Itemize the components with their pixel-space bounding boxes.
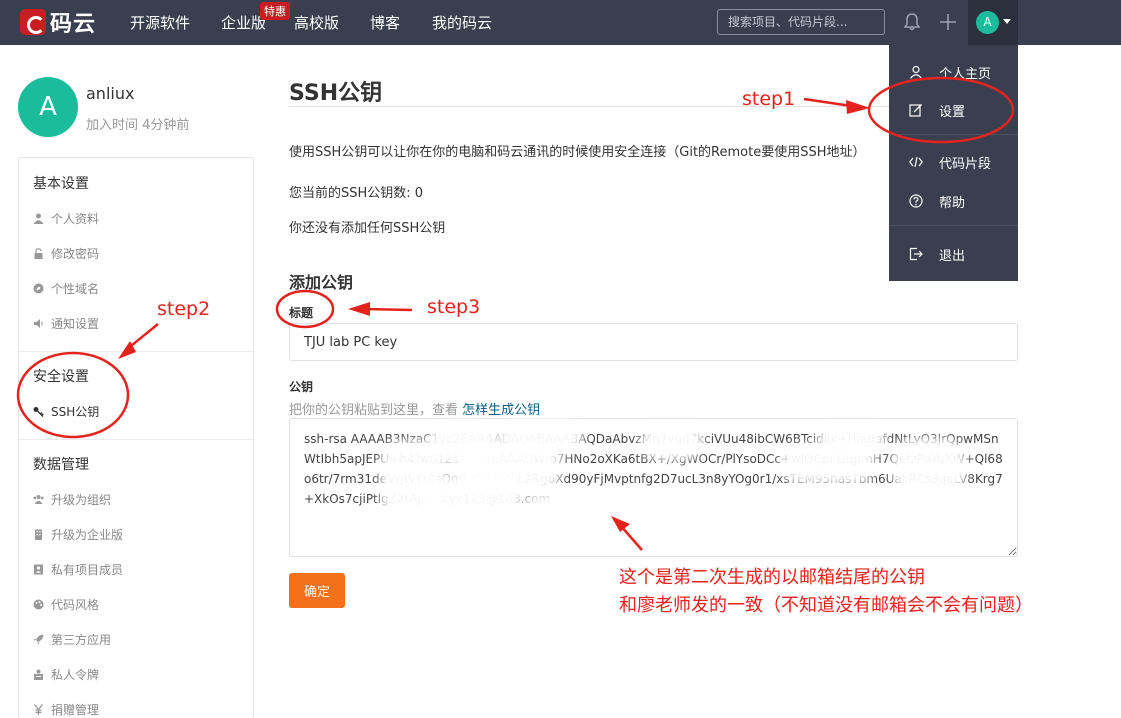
sidebar-item-notifications[interactable]: 通知设置 xyxy=(33,315,99,332)
how-to-generate-key-link[interactable]: 怎样生成公钥 xyxy=(462,403,540,418)
nav-blog[interactable]: 博客 xyxy=(370,12,400,33)
annotation-note-line1: 这个是第二次生成的以邮箱结尾的公钥 xyxy=(619,567,925,588)
menu-divider xyxy=(889,134,1018,135)
palette-icon xyxy=(33,599,44,610)
logout-icon xyxy=(909,247,923,261)
lock-icon xyxy=(34,248,43,259)
title-field-label: 标题 xyxy=(289,306,314,320)
annotation-note-line2: 和廖老师发的一致（不知道没有邮箱会不会有问题） xyxy=(619,595,1033,616)
sidebar-item-private-tokens[interactable]: 私人令牌 xyxy=(33,666,99,683)
redaction-blur xyxy=(462,452,554,484)
sidebar-divider xyxy=(19,351,253,352)
sidebar-heading-data: 数据管理 xyxy=(33,457,89,473)
sidebar-item-ssh-keys[interactable]: SSH公钥 xyxy=(33,403,99,420)
profile-avatar[interactable]: A xyxy=(18,77,78,137)
annotation-arrowhead-step3 xyxy=(348,302,370,316)
gitee-logo[interactable]: 码云 xyxy=(20,8,97,37)
nav-my-gitee[interactable]: 我的码云 xyxy=(432,12,492,33)
sidebar-item-profile[interactable]: 个人资料 xyxy=(33,210,99,227)
annotation-step2: step2 xyxy=(157,298,211,320)
contacts-icon xyxy=(34,564,43,575)
menu-item-logout[interactable]: 退出 xyxy=(889,239,1018,269)
sidebar-item-donations[interactable]: 捐赠管理 xyxy=(33,701,99,718)
nav-education[interactable]: 高校版 xyxy=(294,12,339,33)
building-icon xyxy=(35,529,42,540)
menu-item-profile[interactable]: 个人主页 xyxy=(889,57,1018,87)
menu-divider xyxy=(889,225,1018,226)
no-keys-message: 你还没有添加任何SSH公钥 xyxy=(289,221,446,236)
redaction-blur xyxy=(900,446,958,488)
user-dropdown-menu: 个人主页 设置 代码片段 帮助 退出 xyxy=(889,45,1018,281)
code-icon xyxy=(909,156,923,168)
annotation-arrowhead-step1 xyxy=(846,100,870,114)
logo-icon xyxy=(20,9,46,35)
menu-item-help[interactable]: 帮助 xyxy=(889,186,1018,216)
chevron-down-icon xyxy=(1003,19,1011,24)
sidebar-heading-basic: 基本设置 xyxy=(33,176,89,192)
redaction-blur xyxy=(788,452,868,476)
sidebar-item-password[interactable]: 修改密码 xyxy=(33,245,99,262)
redaction-blur xyxy=(388,448,436,510)
plus-icon[interactable] xyxy=(938,12,958,32)
logo-text: 码云 xyxy=(50,12,97,37)
bell-icon[interactable] xyxy=(902,12,922,32)
redaction-blur xyxy=(432,482,516,508)
edit-icon xyxy=(909,104,922,117)
nav-open-source[interactable]: 开源软件 xyxy=(130,12,190,33)
profile-username[interactable]: anliux xyxy=(86,84,134,103)
title-divider xyxy=(289,106,889,107)
help-icon xyxy=(909,194,923,208)
yen-icon xyxy=(33,704,44,715)
key-field-label: 公钥 xyxy=(289,380,314,394)
sidebar-heading-security: 安全设置 xyxy=(33,369,89,385)
key-title-input[interactable] xyxy=(289,323,1018,361)
key-hint: 把你的公钥粘贴到这里，查看 怎样生成公钥 xyxy=(289,403,541,418)
sidebar-item-upgrade-org[interactable]: 升级为组织 xyxy=(33,491,111,508)
sidebar-item-upgrade-enterprise[interactable]: 升级为企业版 xyxy=(33,526,123,543)
speaker-icon xyxy=(34,319,43,328)
sidebar-item-domain[interactable]: 个性域名 xyxy=(33,280,99,297)
profile-joined-time: 加入时间 4分钟前 xyxy=(86,118,190,133)
annotation-step1: step1 xyxy=(742,88,796,110)
sidebar-divider xyxy=(19,439,253,440)
sidebar-item-third-party-apps[interactable]: 第三方应用 xyxy=(33,631,111,648)
confirm-button[interactable]: 确定 xyxy=(289,573,345,608)
compass-icon xyxy=(33,283,44,294)
sidebar-item-private-members[interactable]: 私有项目成员 xyxy=(33,561,123,578)
annotation-arrow-step3 xyxy=(365,307,413,312)
group-icon xyxy=(33,495,44,504)
menu-item-snippets[interactable]: 代码片段 xyxy=(889,147,1018,177)
sidebar-item-code-style[interactable]: 代码风格 xyxy=(33,596,99,613)
user-icon xyxy=(910,65,922,79)
redaction-blur xyxy=(648,430,696,452)
ssh-description: 使用SSH公钥可以让你在你的电脑和码云通讯的时候使用安全连接（Git的Remot… xyxy=(289,145,866,160)
menu-item-settings[interactable]: 设置 xyxy=(889,95,1018,125)
user-menu-button[interactable]: A xyxy=(968,0,1018,45)
settings-sidebar: 基本设置 个人资料 修改密码 个性域名 通知设置 安全设置 SSH公钥 数据管理… xyxy=(18,157,254,718)
ssh-key-count: 您当前的SSH公钥数: 0 xyxy=(289,186,424,201)
redaction-blur xyxy=(530,500,576,522)
add-key-heading: 添加公钥 xyxy=(289,273,354,292)
annotation-step3: step3 xyxy=(427,296,481,318)
promo-badge: 特惠 xyxy=(260,2,290,20)
avatar: A xyxy=(976,11,999,34)
token-icon xyxy=(34,669,43,680)
redaction-blur xyxy=(826,430,878,448)
page-title: SSH公钥 xyxy=(289,81,383,106)
search-input[interactable] xyxy=(717,9,885,35)
key-icon xyxy=(33,407,44,417)
user-icon xyxy=(33,213,44,224)
redaction-blur xyxy=(505,426,575,446)
top-navbar: 码云 开源软件 企业版 特惠 高校版 博客 我的码云 A xyxy=(0,0,1121,45)
rocket-icon xyxy=(33,634,44,645)
